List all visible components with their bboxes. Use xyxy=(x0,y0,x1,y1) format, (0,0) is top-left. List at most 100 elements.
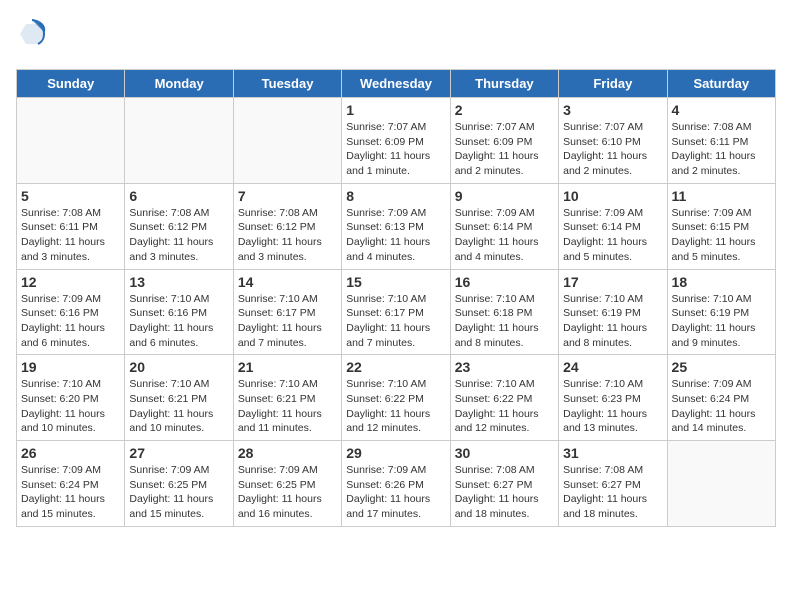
day-info: Sunrise: 7:10 AM Sunset: 6:19 PM Dayligh… xyxy=(563,292,662,351)
logo-icon xyxy=(16,16,48,57)
calendar-cell: 12Sunrise: 7:09 AM Sunset: 6:16 PM Dayli… xyxy=(17,269,125,355)
day-info: Sunrise: 7:08 AM Sunset: 6:12 PM Dayligh… xyxy=(129,206,228,265)
day-info: Sunrise: 7:09 AM Sunset: 6:25 PM Dayligh… xyxy=(238,463,337,522)
calendar-cell: 3 Sunrise: 7:07 AM Sunset: 6:10 PM Daylig… xyxy=(559,98,667,184)
calendar-cell: 10Sunrise: 7:09 AM Sunset: 6:14 PM Dayli… xyxy=(559,183,667,269)
calendar-cell: 7 Sunrise: 7:08 AM Sunset: 6:12 PM Daylig… xyxy=(233,183,341,269)
day-number: 30 xyxy=(455,445,554,461)
day-info: Sunrise: 7:10 AM Sunset: 6:17 PM Dayligh… xyxy=(346,292,445,351)
day-number: 12 xyxy=(21,274,120,290)
day-number: 22 xyxy=(346,359,445,375)
calendar-cell: 25Sunrise: 7:09 AM Sunset: 6:24 PM Dayli… xyxy=(667,355,775,441)
day-info: Sunrise: 7:10 AM Sunset: 6:18 PM Dayligh… xyxy=(455,292,554,351)
day-info: Sunrise: 7:08 AM Sunset: 6:11 PM Dayligh… xyxy=(672,120,771,179)
day-info: Sunrise: 7:09 AM Sunset: 6:14 PM Dayligh… xyxy=(455,206,554,265)
day-info: Sunrise: 7:08 AM Sunset: 6:27 PM Dayligh… xyxy=(455,463,554,522)
day-number: 6 xyxy=(129,188,228,204)
weekday-header-saturday: Saturday xyxy=(667,70,775,98)
day-number: 31 xyxy=(563,445,662,461)
day-info: Sunrise: 7:10 AM Sunset: 6:21 PM Dayligh… xyxy=(129,377,228,436)
weekday-header-sunday: Sunday xyxy=(17,70,125,98)
calendar-cell: 5Sunrise: 7:08 AM Sunset: 6:11 PM Daylig… xyxy=(17,183,125,269)
calendar-cell: 17 Sunrise: 7:10 AM Sunset: 6:19 PM Dayli… xyxy=(559,269,667,355)
weekday-header-wednesday: Wednesday xyxy=(342,70,450,98)
day-number: 15 xyxy=(346,274,445,290)
calendar-cell: 14 Sunrise: 7:10 AM Sunset: 6:17 PM Dayli… xyxy=(233,269,341,355)
day-info: Sunrise: 7:10 AM Sunset: 6:21 PM Dayligh… xyxy=(238,377,337,436)
calendar-cell: 22 Sunrise: 7:10 AM Sunset: 6:22 PM Dayli… xyxy=(342,355,450,441)
day-info: Sunrise: 7:09 AM Sunset: 6:26 PM Dayligh… xyxy=(346,463,445,522)
calendar-cell: 19Sunrise: 7:10 AM Sunset: 6:20 PM Dayli… xyxy=(17,355,125,441)
calendar-cell: 24 Sunrise: 7:10 AM Sunset: 6:23 PM Dayli… xyxy=(559,355,667,441)
day-number: 7 xyxy=(238,188,337,204)
day-info: Sunrise: 7:08 AM Sunset: 6:12 PM Dayligh… xyxy=(238,206,337,265)
day-info: Sunrise: 7:10 AM Sunset: 6:22 PM Dayligh… xyxy=(346,377,445,436)
calendar-cell: 23Sunrise: 7:10 AM Sunset: 6:22 PM Dayli… xyxy=(450,355,558,441)
week-row-1: 1Sunrise: 7:07 AM Sunset: 6:09 PM Daylig… xyxy=(17,98,776,184)
calendar-cell: 31 Sunrise: 7:08 AM Sunset: 6:27 PM Dayli… xyxy=(559,441,667,527)
calendar-cell: 13Sunrise: 7:10 AM Sunset: 6:16 PM Dayli… xyxy=(125,269,233,355)
calendar-cell xyxy=(17,98,125,184)
day-info: Sunrise: 7:10 AM Sunset: 6:20 PM Dayligh… xyxy=(21,377,120,436)
day-info: Sunrise: 7:09 AM Sunset: 6:25 PM Dayligh… xyxy=(129,463,228,522)
day-number: 20 xyxy=(129,359,228,375)
day-number: 4 xyxy=(672,102,771,118)
week-row-5: 26 Sunrise: 7:09 AM Sunset: 6:24 PM Dayli… xyxy=(17,441,776,527)
day-info: Sunrise: 7:09 AM Sunset: 6:14 PM Dayligh… xyxy=(563,206,662,265)
calendar-cell: 20 Sunrise: 7:10 AM Sunset: 6:21 PM Dayli… xyxy=(125,355,233,441)
day-number: 21 xyxy=(238,359,337,375)
calendar-cell: 16 Sunrise: 7:10 AM Sunset: 6:18 PM Dayli… xyxy=(450,269,558,355)
calendar-cell: 8 Sunrise: 7:09 AM Sunset: 6:13 PM Daylig… xyxy=(342,183,450,269)
day-info: Sunrise: 7:10 AM Sunset: 6:17 PM Dayligh… xyxy=(238,292,337,351)
day-info: Sunrise: 7:09 AM Sunset: 6:13 PM Dayligh… xyxy=(346,206,445,265)
day-number: 2 xyxy=(455,102,554,118)
calendar-cell: 26 Sunrise: 7:09 AM Sunset: 6:24 PM Dayli… xyxy=(17,441,125,527)
day-number: 1 xyxy=(346,102,445,118)
logo xyxy=(16,16,52,57)
calendar-cell: 15 Sunrise: 7:10 AM Sunset: 6:17 PM Dayli… xyxy=(342,269,450,355)
day-number: 14 xyxy=(238,274,337,290)
day-info: Sunrise: 7:09 AM Sunset: 6:24 PM Dayligh… xyxy=(672,377,771,436)
week-row-4: 19Sunrise: 7:10 AM Sunset: 6:20 PM Dayli… xyxy=(17,355,776,441)
day-info: Sunrise: 7:08 AM Sunset: 6:27 PM Dayligh… xyxy=(563,463,662,522)
day-number: 23 xyxy=(455,359,554,375)
day-number: 24 xyxy=(563,359,662,375)
calendar-cell: 9 Sunrise: 7:09 AM Sunset: 6:14 PM Daylig… xyxy=(450,183,558,269)
week-row-3: 12Sunrise: 7:09 AM Sunset: 6:16 PM Dayli… xyxy=(17,269,776,355)
day-number: 26 xyxy=(21,445,120,461)
calendar-cell: 28Sunrise: 7:09 AM Sunset: 6:25 PM Dayli… xyxy=(233,441,341,527)
calendar-cell: 11Sunrise: 7:09 AM Sunset: 6:15 PM Dayli… xyxy=(667,183,775,269)
weekday-header-row: SundayMondayTuesdayWednesdayThursdayFrid… xyxy=(17,70,776,98)
calendar-cell: 6 Sunrise: 7:08 AM Sunset: 6:12 PM Daylig… xyxy=(125,183,233,269)
header xyxy=(16,16,776,57)
weekday-header-tuesday: Tuesday xyxy=(233,70,341,98)
week-row-2: 5Sunrise: 7:08 AM Sunset: 6:11 PM Daylig… xyxy=(17,183,776,269)
calendar-cell: 21 Sunrise: 7:10 AM Sunset: 6:21 PM Dayli… xyxy=(233,355,341,441)
calendar-cell: 18 Sunrise: 7:10 AM Sunset: 6:19 PM Dayli… xyxy=(667,269,775,355)
calendar-cell: 2Sunrise: 7:07 AM Sunset: 6:09 PM Daylig… xyxy=(450,98,558,184)
day-number: 16 xyxy=(455,274,554,290)
day-number: 3 xyxy=(563,102,662,118)
calendar-cell: 4 Sunrise: 7:08 AM Sunset: 6:11 PM Daylig… xyxy=(667,98,775,184)
day-info: Sunrise: 7:09 AM Sunset: 6:15 PM Dayligh… xyxy=(672,206,771,265)
calendar-cell: 30 Sunrise: 7:08 AM Sunset: 6:27 PM Dayli… xyxy=(450,441,558,527)
weekday-header-monday: Monday xyxy=(125,70,233,98)
page: SundayMondayTuesdayWednesdayThursdayFrid… xyxy=(0,0,792,543)
calendar-cell xyxy=(667,441,775,527)
day-number: 9 xyxy=(455,188,554,204)
calendar-cell xyxy=(125,98,233,184)
day-info: Sunrise: 7:09 AM Sunset: 6:24 PM Dayligh… xyxy=(21,463,120,522)
day-info: Sunrise: 7:10 AM Sunset: 6:23 PM Dayligh… xyxy=(563,377,662,436)
day-number: 27 xyxy=(129,445,228,461)
day-number: 17 xyxy=(563,274,662,290)
day-info: Sunrise: 7:07 AM Sunset: 6:10 PM Dayligh… xyxy=(563,120,662,179)
day-number: 8 xyxy=(346,188,445,204)
day-info: Sunrise: 7:08 AM Sunset: 6:11 PM Dayligh… xyxy=(21,206,120,265)
day-number: 18 xyxy=(672,274,771,290)
day-info: Sunrise: 7:10 AM Sunset: 6:19 PM Dayligh… xyxy=(672,292,771,351)
calendar-cell: 27 Sunrise: 7:09 AM Sunset: 6:25 PM Dayli… xyxy=(125,441,233,527)
calendar-cell: 29Sunrise: 7:09 AM Sunset: 6:26 PM Dayli… xyxy=(342,441,450,527)
day-info: Sunrise: 7:10 AM Sunset: 6:16 PM Dayligh… xyxy=(129,292,228,351)
calendar: SundayMondayTuesdayWednesdayThursdayFrid… xyxy=(16,69,776,527)
calendar-cell: 1Sunrise: 7:07 AM Sunset: 6:09 PM Daylig… xyxy=(342,98,450,184)
